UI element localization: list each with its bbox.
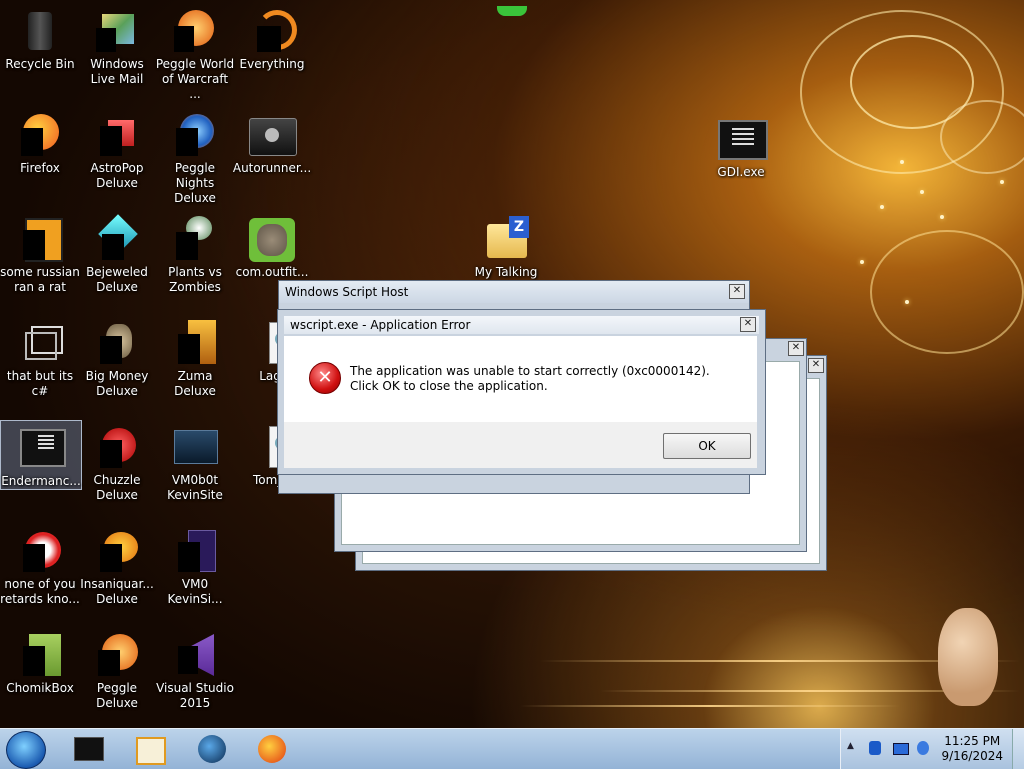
desktop-icon-insaniquarium[interactable]: Insaniquar... Deluxe: [77, 524, 157, 607]
firefox-icon: [258, 735, 286, 763]
zip-folder-icon: Z: [483, 216, 529, 262]
desktop-icon-my-talking[interactable]: Z My Talking: [466, 212, 546, 280]
close-icon[interactable]: ✕: [788, 341, 804, 356]
autorunner-icon: [249, 112, 297, 158]
dialog-body: ✕ The application was unable to start co…: [284, 336, 757, 422]
close-icon[interactable]: ✕: [808, 358, 824, 373]
desktop-icon-bejeweled[interactable]: Bejeweled Deluxe: [77, 212, 157, 295]
network-icon[interactable]: [893, 743, 909, 755]
desktop-icon-none-of-you[interactable]: none of you retards kno...: [0, 524, 80, 607]
desktop-icon-autorunner[interactable]: Autorunner...: [232, 108, 312, 176]
bejeweled-icon: [94, 214, 140, 262]
desktop-icon-peggle-nights[interactable]: Peggle Nights Deluxe: [155, 108, 235, 206]
desktop-icon-that-but-its-csharp[interactable]: that but its c#: [0, 316, 80, 399]
desktop-icon-recycle-bin[interactable]: Recycle Bin: [0, 4, 80, 72]
hamster-image: [938, 608, 998, 706]
desktop-icon-talking-tom[interactable]: com.outfit...: [232, 212, 312, 280]
desktop-icon-windows-live-mail[interactable]: Windows Live Mail: [77, 4, 157, 87]
plants-vs-zombies-icon: [172, 216, 218, 262]
close-icon[interactable]: ✕: [729, 284, 745, 299]
recycle-bin-icon: [17, 8, 63, 54]
dialog-footer: OK: [284, 422, 757, 468]
taskbar-app-globe[interactable]: [196, 733, 230, 765]
top-gadget: [497, 6, 527, 16]
dialog-titlebar[interactable]: wscript.exe - Application Error ✕: [284, 316, 759, 334]
gdi-exe-icon: [718, 116, 768, 162]
desktop-icon-gdi-exe[interactable]: GDI.exe: [701, 112, 781, 180]
desktop-icon-plants-vs-zombies[interactable]: Plants vs Zombies: [155, 212, 235, 295]
endermanch-icon: [18, 425, 66, 471]
app-icon: [17, 528, 63, 574]
big-money-icon: [94, 320, 140, 366]
error-message: The application was unable to start corr…: [350, 364, 710, 393]
desktop-icon-chuzzle[interactable]: Chuzzle Deluxe: [77, 420, 157, 503]
media-player-icon: [136, 737, 166, 765]
clock[interactable]: 11:25 PM 9/16/2024: [941, 734, 1003, 764]
desktop-icon-vm0-kevinsite[interactable]: VM0 KevinSi...: [155, 524, 235, 607]
show-desktop-button[interactable]: [1012, 729, 1024, 769]
talking-tom-icon: [249, 216, 295, 262]
vm-file-icon: [172, 528, 218, 574]
ok-button[interactable]: OK: [663, 433, 751, 459]
taskbar-app-terminal[interactable]: [70, 733, 104, 765]
start-button[interactable]: [6, 731, 46, 769]
desktop-icon-zuma[interactable]: Zuma Deluxe: [155, 316, 235, 399]
error-icon: ✕: [309, 362, 341, 394]
desktop-icon-peggle-wow[interactable]: Peggle World of Warcraft ...: [155, 4, 235, 102]
firefox-icon: [17, 112, 63, 158]
window-title: Windows Script Host: [285, 285, 409, 299]
desktop-icon-vm0b0t-kevinsite[interactable]: VM0b0t KevinSite: [155, 420, 235, 503]
desktop-icon-firefox[interactable]: Firefox: [0, 108, 80, 176]
bluetooth-icon[interactable]: [869, 741, 881, 755]
taskbar: ▲ 11:25 PM 9/16/2024: [0, 728, 1024, 769]
chomikbox-icon: [17, 632, 63, 678]
dialog-title: wscript.exe - Application Error: [290, 318, 471, 332]
volume-icon[interactable]: [917, 741, 929, 755]
desktop-icon-visual-studio[interactable]: Visual Studio 2015: [155, 628, 235, 711]
application-error-dialog[interactable]: wscript.exe - Application Error ✕ ✕ The …: [277, 309, 766, 475]
desktop-icon-astropop[interactable]: AstroPop Deluxe: [77, 108, 157, 191]
taskbar-app-firefox[interactable]: [256, 733, 290, 765]
clock-time: 11:25 PM: [944, 734, 1001, 748]
windows-live-mail-icon: [94, 8, 140, 54]
window-titlebar[interactable]: Windows Script Host ✕: [279, 281, 749, 303]
terminal-icon: [74, 737, 104, 761]
clock-date: 9/16/2024: [941, 749, 1003, 763]
desktop-icon-big-money[interactable]: Big Money Deluxe: [77, 316, 157, 399]
shortcut-icon: [17, 320, 63, 366]
insaniquarium-icon: [94, 528, 140, 574]
peggle-nights-icon: [172, 112, 218, 158]
desktop-icon-everything[interactable]: Everything: [232, 4, 312, 72]
desktop-icon-peggle-deluxe[interactable]: Peggle Deluxe: [77, 628, 157, 711]
desktop-icon-endermanch[interactable]: Endermanc...: [0, 420, 82, 490]
globe-icon: [198, 735, 226, 763]
desktop-icon-chomikbox[interactable]: ChomikBox: [0, 628, 80, 696]
show-hidden-icons-button[interactable]: ▲: [847, 741, 854, 751]
vm-icon: [172, 424, 218, 470]
desktop-icon-some-russian[interactable]: some russian ran a rat: [0, 212, 80, 295]
notification-area: ▲ 11:25 PM 9/16/2024: [840, 729, 1024, 769]
peggle-wow-icon: [172, 8, 218, 54]
astropop-icon: [94, 112, 140, 158]
close-icon[interactable]: ✕: [740, 317, 756, 332]
everything-icon: [249, 8, 297, 54]
app-icon: [17, 216, 63, 262]
zuma-icon: [172, 320, 218, 366]
chuzzle-icon: [94, 424, 140, 470]
peggle-icon: [94, 632, 140, 678]
taskbar-app-media-player[interactable]: [132, 733, 166, 765]
visual-studio-icon: [172, 632, 218, 678]
